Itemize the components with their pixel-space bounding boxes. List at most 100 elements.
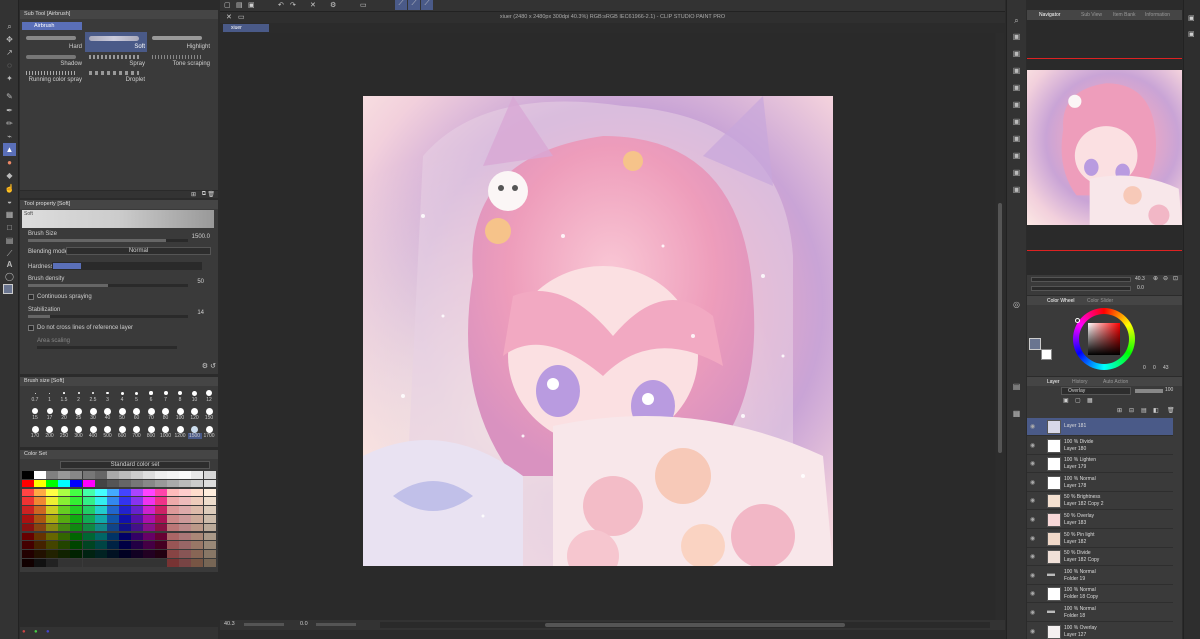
color-swatch[interactable] bbox=[143, 550, 155, 558]
color-swatch[interactable] bbox=[58, 506, 71, 514]
main-color-swatch[interactable] bbox=[3, 284, 13, 294]
color-swatch[interactable] bbox=[22, 541, 34, 549]
color-swatch[interactable] bbox=[130, 559, 143, 567]
decoration-icon[interactable]: ● bbox=[3, 156, 16, 169]
color-swatch[interactable] bbox=[82, 471, 95, 479]
color-swatch[interactable] bbox=[22, 559, 34, 567]
canvas-hscroll-thumb[interactable] bbox=[545, 623, 845, 627]
color-swatch[interactable] bbox=[179, 515, 192, 523]
color-swatch[interactable] bbox=[94, 506, 107, 514]
hue-indicator[interactable] bbox=[1075, 318, 1080, 323]
color-swatch[interactable] bbox=[82, 541, 95, 549]
continuous-checkbox[interactable] bbox=[28, 294, 34, 300]
color-swatch[interactable] bbox=[167, 559, 180, 567]
brush-size-dot[interactable] bbox=[34, 392, 36, 394]
color-swatch[interactable] bbox=[94, 559, 107, 567]
tab-layer[interactable]: Layer bbox=[1047, 379, 1060, 385]
material-icon-6[interactable]: ▣ bbox=[1010, 115, 1023, 128]
save-icon[interactable]: ▣ bbox=[248, 1, 255, 9]
zoom-slider[interactable] bbox=[244, 623, 284, 626]
color-swatch[interactable] bbox=[58, 515, 71, 523]
color-swatch[interactable] bbox=[203, 479, 216, 488]
color-swatch[interactable] bbox=[118, 506, 131, 514]
color-swatch[interactable] bbox=[155, 515, 168, 523]
color-swatch[interactable] bbox=[82, 523, 95, 532]
navigator-zoom-out-icon[interactable]: ⊖ bbox=[1163, 275, 1168, 282]
color-swatch[interactable] bbox=[118, 550, 131, 558]
new-file-icon[interactable]: ▢ bbox=[224, 1, 231, 9]
settings-icon[interactable]: ⚙ bbox=[330, 1, 336, 9]
layer-visibility-icon[interactable]: ◉ bbox=[1030, 609, 1038, 617]
color-swatch[interactable] bbox=[191, 515, 204, 523]
layer-row[interactable]: ◉ 100 % Lighten Layer 179 bbox=[1027, 455, 1173, 474]
color-swatch[interactable] bbox=[130, 471, 143, 479]
color-swatch[interactable] bbox=[118, 559, 131, 567]
color-swatch[interactable] bbox=[34, 479, 47, 488]
color-swatch[interactable] bbox=[167, 471, 180, 479]
brush-size-dot[interactable] bbox=[60, 425, 68, 433]
color-swatch[interactable] bbox=[191, 541, 204, 549]
navigator-zoom-value[interactable]: 40.3 bbox=[1135, 276, 1145, 282]
brush-size-dot[interactable] bbox=[176, 407, 184, 415]
brush-size-dot[interactable] bbox=[178, 391, 182, 395]
color-swatch[interactable] bbox=[191, 488, 204, 497]
color-swatch[interactable] bbox=[155, 506, 168, 514]
nocross-checkbox[interactable] bbox=[28, 325, 34, 331]
brush-icon[interactable]: ⌁ bbox=[3, 130, 16, 143]
color-swatch[interactable] bbox=[203, 506, 216, 514]
snap-special-icon[interactable]: ⟋ bbox=[408, 0, 420, 10]
layer-row[interactable]: ◉ Layer 181 bbox=[1027, 418, 1173, 436]
brush-size-dot[interactable] bbox=[191, 407, 198, 415]
brush-size-dot[interactable] bbox=[118, 407, 126, 415]
color-swatch[interactable] bbox=[70, 550, 83, 558]
color-swatch[interactable] bbox=[94, 515, 107, 523]
color-swatch[interactable] bbox=[143, 479, 155, 488]
eraser-icon[interactable]: ◆ bbox=[3, 169, 16, 182]
brush-size-dot[interactable] bbox=[60, 407, 68, 415]
color-swatch[interactable] bbox=[58, 532, 71, 541]
brush-size-dot[interactable] bbox=[75, 407, 82, 415]
layer-row[interactable]: ◉ 100 % Normal Layer 178 bbox=[1027, 474, 1173, 492]
brush-highlight[interactable]: Highlight bbox=[148, 32, 212, 52]
brush-size-dot[interactable] bbox=[32, 408, 38, 414]
color-swatch[interactable] bbox=[167, 515, 180, 523]
color-swatch[interactable] bbox=[46, 479, 59, 488]
color-swatch[interactable] bbox=[82, 488, 95, 497]
navigator-fit-icon[interactable]: ⊡ bbox=[1173, 275, 1178, 282]
color-swatch[interactable] bbox=[191, 479, 204, 488]
color-swatch[interactable] bbox=[143, 559, 155, 567]
layer-row[interactable]: ◉ 100 % Divide Layer 180 bbox=[1027, 437, 1173, 455]
navigator-zoom-in-icon[interactable]: ⊕ bbox=[1153, 275, 1158, 282]
redo-icon[interactable]: ↷ bbox=[290, 1, 296, 9]
tab-color-wheel[interactable]: Color Wheel bbox=[1047, 298, 1075, 304]
color-swatch[interactable] bbox=[94, 471, 107, 479]
color-swatch[interactable] bbox=[34, 471, 47, 479]
color-swatch[interactable] bbox=[58, 541, 71, 549]
brush-soft[interactable]: Soft bbox=[85, 32, 147, 52]
material-icon-10[interactable]: ▣ bbox=[1010, 183, 1023, 196]
subtool-group-tab[interactable]: Airbrush bbox=[22, 22, 82, 30]
color-swatch[interactable] bbox=[191, 497, 204, 505]
color-swatch[interactable] bbox=[34, 532, 47, 541]
color-swatch[interactable] bbox=[118, 488, 131, 497]
reference-icon[interactable]: ▢ bbox=[1075, 397, 1081, 404]
layer-row[interactable]: ◉ 50 % Overlay Layer 183 bbox=[1027, 511, 1173, 529]
blend-icon[interactable]: ☝ bbox=[3, 182, 16, 195]
lasso-icon[interactable]: ◌ bbox=[3, 59, 16, 72]
color-swatch[interactable] bbox=[167, 550, 180, 558]
color-swatch[interactable] bbox=[58, 550, 71, 558]
color-swatch[interactable] bbox=[94, 488, 107, 497]
brush-size-dot[interactable] bbox=[46, 425, 53, 433]
new-raster-icon[interactable]: ⊞ bbox=[1117, 407, 1122, 414]
color-swatch[interactable] bbox=[106, 497, 119, 505]
material-icon-8[interactable]: ▣ bbox=[1010, 149, 1023, 162]
figure-icon[interactable]: □ bbox=[3, 221, 16, 234]
color-swatch[interactable] bbox=[94, 497, 107, 505]
color-swatch[interactable] bbox=[143, 471, 155, 479]
color-set-dropdown[interactable]: Standard color set bbox=[60, 461, 210, 469]
open-icon[interactable]: ▤ bbox=[236, 1, 243, 9]
color-swatch[interactable] bbox=[70, 471, 83, 479]
layer-row[interactable]: ◉ 50 % Brightness Layer 182 Copy 2 bbox=[1027, 492, 1173, 511]
color-swatch[interactable] bbox=[143, 497, 155, 505]
delete-layer-icon[interactable]: 🗑 bbox=[1167, 407, 1175, 414]
